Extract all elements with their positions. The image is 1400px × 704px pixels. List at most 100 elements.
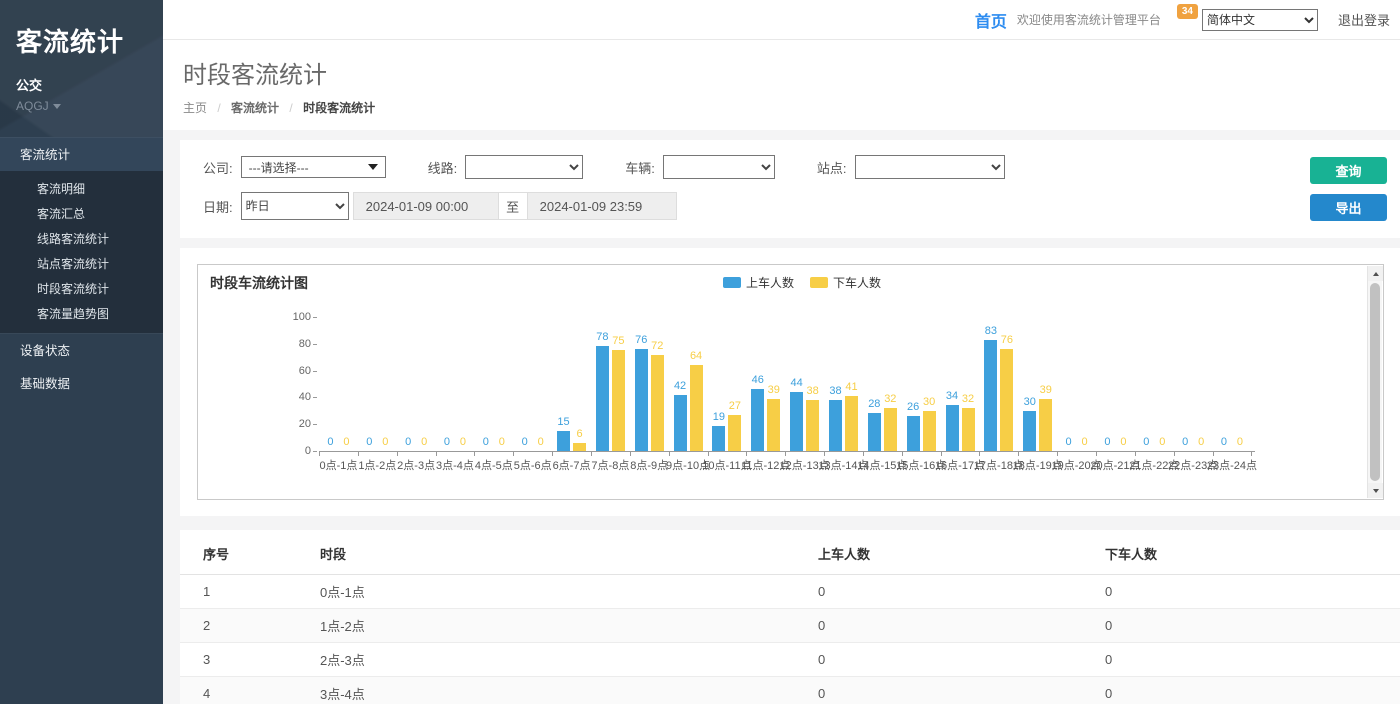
scroll-down-button[interactable] [1368, 483, 1383, 498]
sidebar-item-base-data[interactable]: 基础数据 [0, 367, 163, 401]
export-button[interactable]: 导出 [1310, 194, 1387, 221]
company-label: 公司: [203, 158, 233, 177]
line-select[interactable] [465, 155, 583, 179]
sidebar-subitem[interactable]: 线路客流统计 [0, 227, 163, 252]
bar-chart: 020406080100000点-1点001点-2点002点-3点003点-4点… [198, 265, 1367, 499]
sidebar-subitem[interactable]: 站点客流统计 [0, 252, 163, 277]
bar-下车人数 [573, 443, 586, 451]
table-row: 3 2点-3点 0 0 [180, 643, 1400, 677]
scroll-up-button[interactable] [1368, 266, 1383, 281]
x-axis-tick [1057, 452, 1058, 456]
logout-link[interactable]: 退出登录 [1328, 10, 1390, 29]
bar-上车人数 [790, 392, 803, 451]
x-axis-tick [824, 452, 825, 456]
bar-下车人数 [806, 400, 819, 451]
chart-panel: 时段车流统计图 上车人数 下车人数 020406080100000点-1点001… [180, 248, 1400, 516]
topbar: 首页 欢迎使用客流统计管理平台 34 简体中文 退出登录 [163, 0, 1400, 40]
y-axis-label: 40 [277, 391, 311, 403]
x-axis-tick [319, 452, 320, 456]
hourly-stats-table: 序号 时段 上车人数 下车人数 1 0点-1点 0 0 2 1点-2点 0 0 … [180, 530, 1400, 704]
sidebar-subitem[interactable]: 客流汇总 [0, 202, 163, 227]
bar-上车人数 [984, 340, 997, 451]
app-logo: 客流统计 [0, 0, 163, 59]
sidebar-subitem[interactable]: 时段客流统计 [0, 277, 163, 302]
bar-上车人数 [868, 413, 881, 451]
org-code-dropdown[interactable]: AQGJ [0, 94, 163, 113]
x-axis-tick [1213, 452, 1214, 456]
bar-上车人数 [596, 346, 609, 451]
vehicle-select[interactable] [663, 155, 775, 179]
bar-value-label: 41 [831, 381, 871, 393]
y-axis-tick [313, 397, 317, 398]
col-header-alighting: 下车人数 [1082, 530, 1400, 575]
date-range-separator: 至 [499, 192, 527, 220]
x-axis-tick [708, 452, 709, 456]
company-select[interactable]: ---请选择--- [241, 156, 386, 178]
bar-value-label: 0 [521, 436, 561, 448]
sidebar-item-device-status[interactable]: 设备状态 [0, 333, 163, 367]
x-axis-tick [1018, 452, 1019, 456]
breadcrumb-home[interactable]: 主页 [183, 101, 207, 115]
arrow-up-icon [1373, 272, 1379, 276]
company-select-value: ---请选择--- [249, 159, 309, 176]
y-axis-tick [313, 344, 317, 345]
x-axis-tick [941, 452, 942, 456]
table-row: 1 0点-1点 0 0 [180, 575, 1400, 609]
bar-value-label: 39 [1026, 384, 1066, 396]
x-axis-category-label: 23点-24点 [1202, 457, 1262, 473]
x-axis-tick [513, 452, 514, 456]
cell-boarding: 0 [795, 677, 1082, 704]
date-from-input[interactable] [353, 192, 499, 220]
bar-下车人数 [962, 408, 975, 451]
chart-container: 时段车流统计图 上车人数 下车人数 020406080100000点-1点001… [197, 264, 1384, 500]
org-code-label: AQGJ [16, 99, 49, 113]
bar-value-label: 64 [676, 350, 716, 362]
bar-下车人数 [651, 355, 664, 451]
data-table-panel: 序号 时段 上车人数 下车人数 1 0点-1点 0 0 2 1点-2点 0 0 … [180, 530, 1400, 704]
table-row: 4 3点-4点 0 0 [180, 677, 1400, 704]
breadcrumb-current: 时段客流统计 [303, 101, 375, 115]
date-to-input[interactable] [527, 192, 677, 220]
vehicle-label: 车辆: [625, 158, 655, 177]
cell-alighting: 0 [1082, 677, 1400, 704]
language-select[interactable]: 简体中文 [1202, 9, 1318, 31]
home-link[interactable]: 首页 [975, 8, 1007, 32]
sidebar-subitem[interactable]: 客流量趋势图 [0, 302, 163, 327]
breadcrumb-separator: / [217, 101, 220, 115]
query-button[interactable]: 查询 [1310, 157, 1387, 184]
x-axis-tick [397, 452, 398, 456]
bar-上车人数 [635, 349, 648, 451]
date-preset-select[interactable]: 昨日 [241, 192, 349, 220]
x-axis-tick [1251, 452, 1252, 456]
breadcrumb-section[interactable]: 客流统计 [231, 101, 279, 115]
dropdown-arrow-icon [368, 164, 378, 170]
cell-alighting: 0 [1082, 609, 1400, 643]
station-select[interactable] [855, 155, 1005, 179]
date-label: 日期: [203, 197, 233, 216]
y-axis-tick [313, 371, 317, 372]
x-axis-tick [591, 452, 592, 456]
bar-下车人数 [728, 415, 741, 451]
cell-period: 1点-2点 [297, 609, 795, 643]
welcome-text: 欢迎使用客流统计管理平台 [1017, 11, 1161, 28]
sidebar-item-passenger-stats[interactable]: 客流统计 [0, 137, 163, 171]
content-area: 公司: ---请选择--- 线路: 车辆: [163, 130, 1400, 704]
x-axis-tick [436, 452, 437, 456]
y-axis-tick [313, 424, 317, 425]
line-label: 线路: [428, 158, 458, 177]
y-axis-label: 60 [277, 365, 311, 377]
cell-period: 2点-3点 [297, 643, 795, 677]
y-axis-tick [313, 317, 317, 318]
breadcrumb-separator: / [289, 101, 292, 115]
filter-panel: 公司: ---请选择--- 线路: 车辆: [180, 140, 1400, 238]
cell-boarding: 0 [795, 609, 1082, 643]
bar-下车人数 [612, 350, 625, 451]
chevron-down-icon [53, 104, 61, 109]
x-axis-tick [1096, 452, 1097, 456]
cell-alighting: 0 [1082, 643, 1400, 677]
scrollbar-thumb[interactable] [1370, 283, 1380, 481]
sidebar-subitem[interactable]: 客流明细 [0, 177, 163, 202]
x-axis-tick [1135, 452, 1136, 456]
breadcrumb: 主页 / 客流统计 / 时段客流统计 [183, 99, 1380, 116]
bar-下车人数 [767, 399, 780, 451]
